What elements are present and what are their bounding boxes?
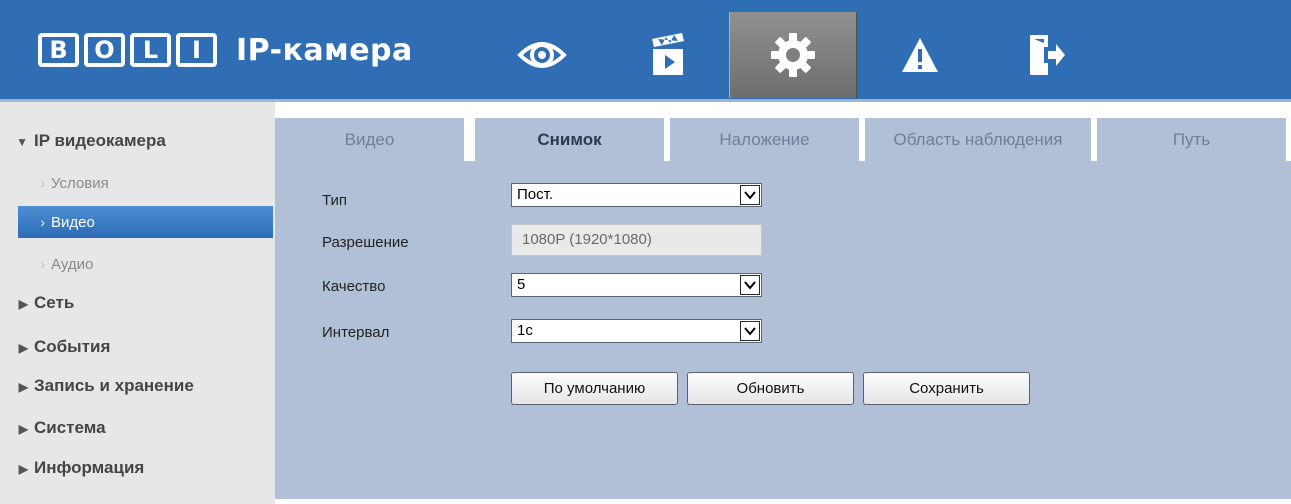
sidebar-item-label: Аудио [51, 256, 94, 273]
refresh-button[interactable]: Обновить [687, 372, 854, 405]
eye-icon [517, 42, 567, 68]
chevron-down-icon [740, 185, 760, 205]
tab-snapshot[interactable]: Снимок [475, 118, 664, 161]
top-header: B O L I IP-камера [0, 0, 1291, 99]
sidebar-group-system[interactable]: ▶ Система [0, 412, 275, 444]
sidebar-item-label: Условия [51, 175, 109, 192]
type-select-value: Пост. [517, 186, 553, 203]
quality-select[interactable]: 5 [511, 273, 762, 297]
sidebar: ▼ IP видеокамера › Условия › Видео › Аудио ▶… [0, 102, 275, 504]
sidebar-group-label: Запись и хранение [34, 376, 194, 395]
tab-bar: Видео Снимок Наложение Область наблюдени… [275, 118, 1291, 161]
clapperboard-icon [652, 33, 684, 75]
app-title: IP-камера [236, 32, 413, 68]
sidebar-item-audio[interactable]: › Аудио [0, 248, 275, 280]
logo-letter: B [38, 33, 79, 67]
sidebar-item-conditions[interactable]: › Условия [0, 167, 275, 199]
triangle-right-icon: ▶ [18, 380, 28, 394]
tab-path[interactable]: Путь [1097, 118, 1286, 161]
chevron-down-icon [740, 321, 760, 341]
gear-icon [771, 33, 815, 77]
sidebar-group-label: Система [34, 418, 106, 437]
type-select[interactable]: Пост. [511, 183, 762, 207]
sidebar-group-events[interactable]: ▶ События [0, 331, 275, 363]
main-content: Видео Снимок Наложение Область наблюдени… [275, 102, 1291, 504]
sidebar-group-label: Информация [34, 458, 145, 477]
logo-letter: L [130, 33, 171, 67]
triangle-right-icon: ▶ [18, 297, 28, 311]
resolution-label: Разрешение [322, 234, 409, 251]
nav-playback[interactable] [605, 12, 731, 98]
logo-wordmark: B O L I [38, 33, 222, 67]
resolution-field: 1080P (1920*1080) [511, 224, 762, 256]
save-button[interactable]: Сохранить [863, 372, 1030, 405]
quality-label: Качество [322, 278, 386, 295]
sidebar-item-video[interactable]: › Видео [18, 206, 273, 238]
chevron-right-icon: › [40, 175, 45, 191]
triangle-right-icon: ▶ [18, 341, 28, 355]
sidebar-group-label: События [34, 337, 111, 356]
type-label: Тип [322, 192, 348, 209]
logo: B O L I IP-камера [38, 29, 413, 71]
interval-select[interactable]: 1с [511, 319, 762, 343]
nav-alarm[interactable] [857, 12, 983, 98]
logo-letter: I [176, 33, 217, 67]
tab-overlay[interactable]: Наложение [670, 118, 859, 161]
interval-select-value: 1с [517, 322, 533, 339]
chevron-right-icon: › [40, 256, 45, 272]
quality-select-value: 5 [517, 276, 526, 293]
tab-surveillance-area[interactable]: Область наблюдения [865, 118, 1091, 161]
sidebar-group-info[interactable]: ▶ Информация [0, 452, 275, 484]
sidebar-group-storage[interactable]: ▶ Запись и хранение [0, 370, 275, 402]
sidebar-group-ip-camera[interactable]: ▼ IP видеокамера [0, 125, 275, 157]
sidebar-group-label: IP видеокамера [34, 131, 166, 150]
tab-video[interactable]: Видео [275, 118, 464, 161]
nav-settings[interactable] [729, 12, 857, 98]
chevron-right-icon: › [40, 214, 45, 230]
sidebar-group-label: Сеть [34, 293, 75, 312]
nav-live-view[interactable] [479, 12, 605, 98]
logout-icon [1030, 35, 1065, 75]
triangle-down-icon: ▼ [16, 135, 28, 149]
sidebar-group-network[interactable]: ▶ Сеть [0, 287, 275, 319]
interval-label: Интервал [322, 324, 390, 341]
triangle-right-icon: ▶ [18, 422, 28, 436]
default-button[interactable]: По умолчанию [511, 372, 678, 405]
triangle-right-icon: ▶ [18, 462, 28, 476]
logo-letter: O [84, 33, 125, 67]
chevron-down-icon [740, 275, 760, 295]
sidebar-item-label: Видео [51, 214, 95, 231]
nav-exit[interactable] [983, 12, 1109, 98]
snapshot-settings-panel: Тип Пост. Разрешение 1080P (1920*1080) К… [275, 161, 1291, 499]
warning-icon [902, 38, 938, 72]
